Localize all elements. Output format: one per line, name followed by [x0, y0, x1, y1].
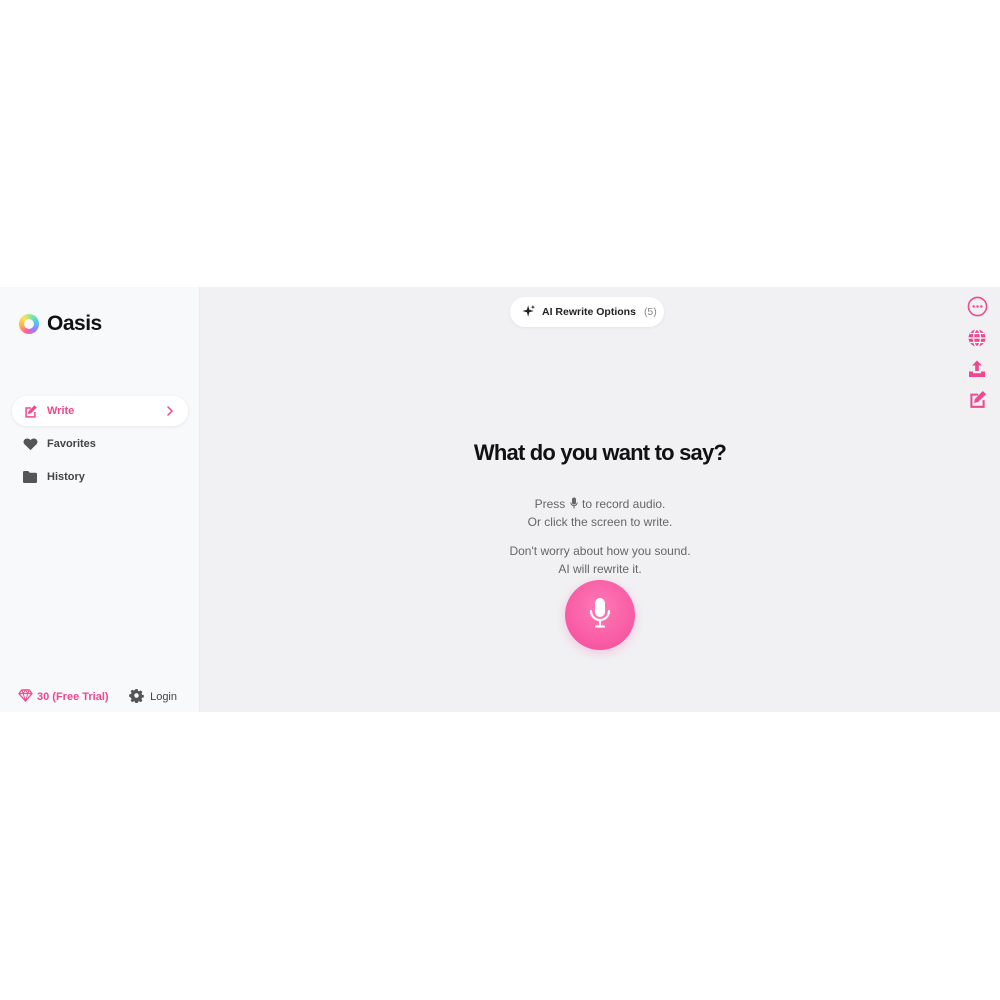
- language-button[interactable]: [966, 328, 988, 353]
- sidebar-item-label: Favorites: [47, 438, 96, 450]
- sidebar-item-history[interactable]: History: [12, 462, 188, 492]
- pencil-square-icon: [22, 403, 38, 419]
- oasis-logo-icon: [19, 314, 39, 334]
- globe-icon: [967, 328, 987, 353]
- folder-icon: [22, 469, 38, 485]
- logo[interactable]: Oasis: [19, 312, 102, 336]
- app-window: Oasis Write Favorites History 30 (Free T…: [0, 287, 1000, 712]
- helper-text-press: Press: [534, 497, 566, 511]
- app-name: Oasis: [47, 312, 102, 335]
- helper-text-click-to-write: Or click the screen to write.: [527, 515, 673, 529]
- sidebar-item-label: Write: [47, 405, 75, 417]
- sparkle-icon: [522, 304, 536, 321]
- sidebar-footer: 30 (Free Trial) Login: [18, 688, 188, 706]
- new-note-button[interactable]: [966, 390, 988, 414]
- credits-label: 30 (Free Trial): [37, 691, 109, 703]
- helper-text-rewrite: Don't worry about how you sound. AI will…: [200, 542, 1000, 578]
- sidebar-item-favorites[interactable]: Favorites: [12, 429, 188, 459]
- chevron-right-icon: [164, 404, 176, 418]
- microphone-icon: [588, 597, 612, 634]
- helper-text-record: Press to record audio. Or click the scre…: [200, 495, 1000, 531]
- export-button[interactable]: [966, 360, 988, 382]
- edit-icon: [968, 390, 987, 414]
- record-audio-button[interactable]: [565, 580, 635, 650]
- microphone-inline-icon: [569, 496, 578, 509]
- login-button[interactable]: Login: [129, 688, 177, 706]
- helper-text-ai-rewrite: AI will rewrite it.: [558, 562, 642, 576]
- sidebar-item-write[interactable]: Write: [12, 396, 188, 426]
- more-options-button[interactable]: [966, 296, 988, 322]
- more-options-icon: [967, 296, 988, 322]
- credits-badge[interactable]: 30 (Free Trial): [18, 689, 109, 705]
- gear-icon: [129, 688, 144, 706]
- heart-icon: [22, 436, 38, 452]
- sidebar: Oasis Write Favorites History 30 (Free T…: [0, 287, 200, 712]
- login-label: Login: [150, 691, 177, 703]
- helper-text-dont-worry: Don't worry about how you sound.: [509, 544, 691, 558]
- ai-rewrite-options-button[interactable]: AI Rewrite Options (5): [510, 297, 664, 327]
- rewrite-options-label: AI Rewrite Options: [542, 306, 636, 318]
- upload-icon: [967, 359, 987, 384]
- sidebar-item-label: History: [47, 471, 85, 483]
- rewrite-options-count: (5): [643, 306, 657, 318]
- right-toolbar: [966, 296, 988, 414]
- diamond-icon: [18, 689, 33, 705]
- page-title: What do you want to say?: [473, 440, 727, 465]
- sidebar-nav: Write Favorites History: [12, 396, 188, 495]
- main-canvas[interactable]: AI Rewrite Options (5) What do you want …: [200, 287, 1000, 712]
- helper-text-record-audio: to record audio.: [581, 497, 666, 511]
